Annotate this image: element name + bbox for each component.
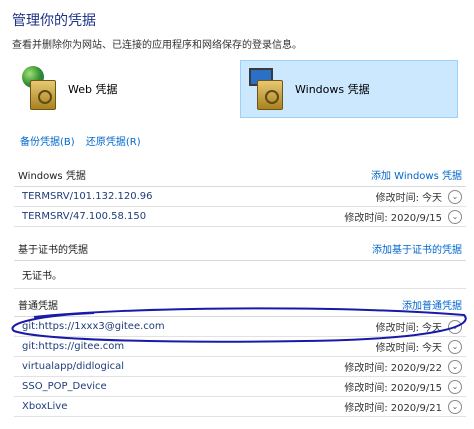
page-title: 管理你的凭据: [12, 13, 96, 29]
modified-time: 修改时间: 2020/9/22: [344, 363, 442, 374]
chevron-down-icon[interactable]: ⌄: [448, 209, 462, 224]
modified-time: 修改时间: 今天: [375, 323, 442, 334]
modified-time: 修改时间: 2020/9/15: [344, 383, 442, 394]
certificate-credentials-section: 基于证书的凭据 添加基于证书的凭据 无证书。: [14, 237, 466, 289]
add-generic-credential-link[interactable]: 添加普通凭据: [402, 297, 462, 312]
windows-credentials-tile[interactable]: Windows 凭据: [240, 60, 458, 118]
section-title: Windows 凭据: [18, 171, 86, 182]
globe-vault-icon: [22, 66, 64, 112]
generic-credentials-section: 普通凭据 添加普通凭据 git:https://1xxx3@gitee.com …: [14, 293, 466, 417]
section-header: 基于证书的凭据 添加基于证书的凭据: [14, 237, 466, 261]
credential-name: git:https://1xxx3@gitee.com: [22, 321, 165, 332]
chevron-down-icon[interactable]: ⌄: [448, 339, 462, 354]
chevron-down-icon[interactable]: ⌄: [448, 399, 462, 414]
section-header: Windows 凭据 添加 Windows 凭据: [14, 163, 466, 187]
section-header: 普通凭据 添加普通凭据: [14, 293, 466, 317]
credential-name: TERMSRV/47.100.58.150: [22, 211, 147, 222]
chevron-down-icon[interactable]: ⌄: [448, 359, 462, 374]
backup-restore-links: 备份凭据(B) 还原凭据(R): [20, 133, 149, 148]
backup-credentials-link[interactable]: 备份凭据(B): [20, 137, 75, 148]
web-credentials-tile[interactable]: Web 凭据: [14, 60, 232, 118]
page-subtitle: 查看并删除你为网站、已连接的应用程序和网络保存的登录信息。: [12, 40, 302, 51]
restore-credentials-link[interactable]: 还原凭据(R): [86, 137, 141, 148]
chevron-down-icon[interactable]: ⌄: [448, 379, 462, 394]
chevron-down-icon[interactable]: ⌄: [448, 189, 462, 204]
credential-name: XboxLive: [22, 401, 68, 412]
credential-name: TERMSRV/101.132.120.96: [22, 191, 153, 202]
modified-time: 修改时间: 2020/9/15: [344, 213, 442, 224]
windows-credentials-label: Windows 凭据: [295, 83, 370, 96]
credential-row[interactable]: TERMSRV/47.100.58.150 修改时间: 2020/9/15 ⌄: [14, 207, 466, 227]
credential-row[interactable]: git:https://gitee.com 修改时间: 今天 ⌄: [14, 337, 466, 357]
credential-name: git:https://gitee.com: [22, 341, 125, 352]
credential-row[interactable]: git:https://1xxx3@gitee.com 修改时间: 今天 ⌄: [14, 317, 466, 337]
add-certificate-credential-link[interactable]: 添加基于证书的凭据: [372, 241, 462, 256]
credential-row[interactable]: TERMSRV/101.132.120.96 修改时间: 今天 ⌄: [14, 187, 466, 207]
section-title: 普通凭据: [18, 301, 58, 312]
credential-row[interactable]: SSO_POP_Device 修改时间: 2020/9/15 ⌄: [14, 377, 466, 397]
modified-time: 修改时间: 今天: [375, 193, 442, 204]
credential-name: virtualapp/didlogical: [22, 361, 125, 372]
add-windows-credential-link[interactable]: 添加 Windows 凭据: [371, 167, 462, 182]
modified-time: 修改时间: 2020/9/21: [344, 403, 442, 414]
credential-row[interactable]: XboxLive 修改时间: 2020/9/21 ⌄: [14, 397, 466, 417]
section-title: 基于证书的凭据: [18, 245, 88, 256]
web-credentials-label: Web 凭据: [68, 83, 118, 96]
chevron-down-icon[interactable]: ⌄: [448, 319, 462, 334]
monitor-vault-icon: [249, 66, 291, 112]
modified-time: 修改时间: 今天: [375, 343, 442, 354]
windows-credentials-section: Windows 凭据 添加 Windows 凭据 TERMSRV/101.132…: [14, 163, 466, 227]
no-certificates-text: 无证书。: [14, 261, 466, 289]
credential-row[interactable]: virtualapp/didlogical 修改时间: 2020/9/22 ⌄: [14, 357, 466, 377]
credential-name: SSO_POP_Device: [22, 381, 107, 392]
